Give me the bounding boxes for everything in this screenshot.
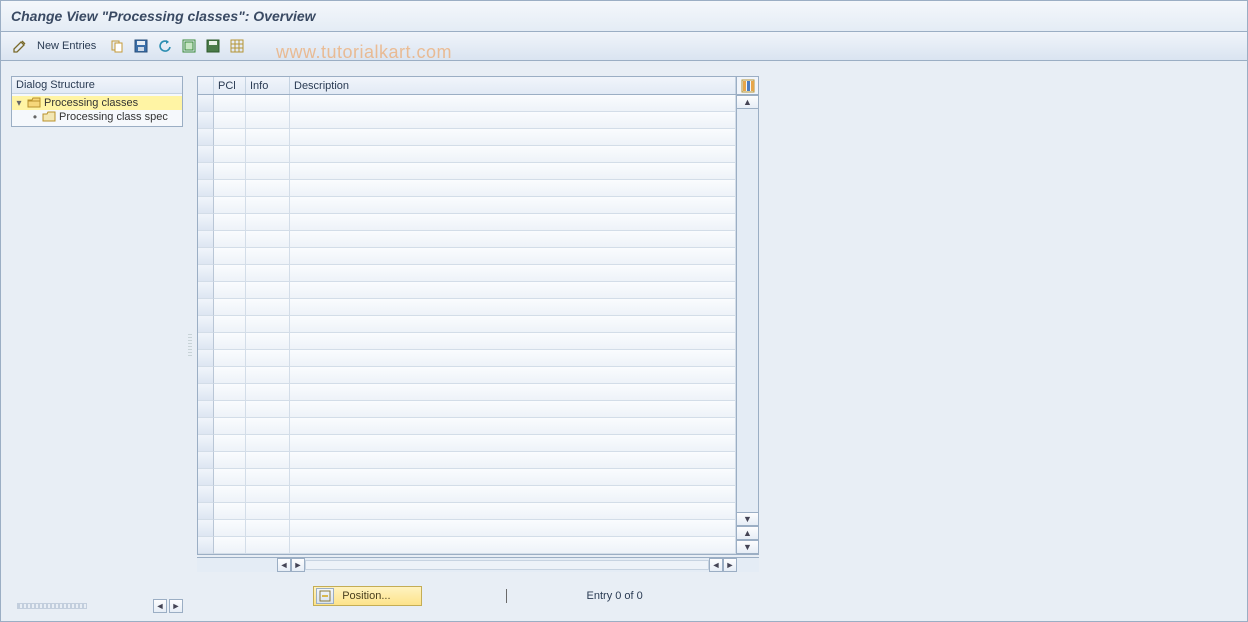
entry-count-text: Entry 0 of 0	[587, 590, 643, 602]
table-row[interactable]	[198, 265, 736, 282]
table-row[interactable]	[198, 299, 736, 316]
save-variant-icon[interactable]	[204, 37, 222, 55]
application-toolbar: New Entries	[1, 32, 1247, 61]
table-settings-icon[interactable]	[228, 37, 246, 55]
table-row[interactable]	[198, 180, 736, 197]
table-row[interactable]	[198, 163, 736, 180]
scroll-up-icon[interactable]: ▲	[737, 95, 758, 109]
hscroll-right-icon[interactable]: ►	[291, 558, 305, 572]
table-row[interactable]	[198, 469, 736, 486]
tree-toggle-icon[interactable]: ▾	[14, 98, 24, 109]
position-cursor	[506, 589, 507, 603]
table-row[interactable]	[198, 452, 736, 469]
table-row[interactable]	[198, 129, 736, 146]
undo-icon[interactable]	[156, 37, 174, 55]
scroll-down2-icon[interactable]: ▼	[737, 540, 758, 554]
table-row[interactable]	[198, 197, 736, 214]
dialog-structure-tree[interactable]: ▾ Processing classes • Processing class …	[12, 94, 182, 126]
table-row[interactable]	[198, 350, 736, 367]
scroll-up2-icon[interactable]: ▲	[737, 526, 758, 540]
grid-col-pcl[interactable]: PCl	[214, 77, 246, 94]
table-row[interactable]	[198, 248, 736, 265]
select-all-icon[interactable]	[180, 37, 198, 55]
table-row[interactable]	[198, 503, 736, 520]
sidebar-scroll-right-icon[interactable]: ►	[169, 599, 183, 613]
hscroll-left2-icon[interactable]: ◄	[709, 558, 723, 572]
page-title: Change View "Processing classes": Overvi…	[1, 1, 1247, 32]
folder-closed-icon	[42, 111, 56, 123]
position-icon	[316, 588, 334, 604]
table-row[interactable]	[198, 146, 736, 163]
grid-col-description[interactable]: Description	[290, 77, 736, 94]
position-button-label: Position...	[342, 590, 390, 602]
table-row[interactable]	[198, 214, 736, 231]
main-grid-area: PCl Info Description ▲ ▼ ▲ ▼	[193, 66, 763, 621]
new-entries-button[interactable]: New Entries	[35, 40, 102, 52]
sidebar-resizer[interactable]	[187, 66, 193, 621]
position-button[interactable]: Position...	[313, 586, 421, 606]
copy-icon[interactable]	[108, 37, 126, 55]
table-row[interactable]	[198, 401, 736, 418]
grid-col-info[interactable]: Info	[246, 77, 290, 94]
table-row[interactable]	[198, 333, 736, 350]
sidebar-scroll-left-icon[interactable]: ◄	[153, 599, 167, 613]
table-row[interactable]	[198, 537, 736, 554]
tree-node-label: Processing classes	[44, 97, 138, 109]
tree-node-processing-class-spec[interactable]: • Processing class spec	[12, 110, 182, 124]
table-row[interactable]	[198, 112, 736, 129]
sidebar-drag-handle[interactable]	[17, 603, 87, 609]
folder-open-icon	[27, 97, 41, 109]
grid-body[interactable]	[198, 95, 736, 554]
scroll-down-icon[interactable]: ▼	[737, 512, 758, 526]
table-row[interactable]	[198, 367, 736, 384]
grid-header: PCl Info Description	[198, 77, 736, 95]
table-row[interactable]	[198, 282, 736, 299]
grid-vertical-scrollbar[interactable]: ▲ ▼ ▲ ▼	[737, 95, 758, 554]
table-row[interactable]	[198, 95, 736, 112]
edit-icon[interactable]	[11, 37, 29, 55]
hscroll-left-icon[interactable]: ◄	[277, 558, 291, 572]
tree-node-processing-classes[interactable]: ▾ Processing classes	[12, 96, 182, 110]
table-row[interactable]	[198, 435, 736, 452]
table-row[interactable]	[198, 231, 736, 248]
grid-horizontal-scrollbar[interactable]: ◄ ► ◄ ►	[197, 557, 759, 572]
dialog-structure-sidebar: Dialog Structure ▾ Processing classes •	[1, 66, 187, 621]
tree-node-label: Processing class spec	[59, 111, 168, 123]
table-row[interactable]	[198, 384, 736, 401]
tree-bullet-icon: •	[31, 112, 39, 122]
sidebar-header: Dialog Structure	[12, 77, 182, 94]
table-row[interactable]	[198, 316, 736, 333]
save-icon[interactable]	[132, 37, 150, 55]
grid-config-icon[interactable]	[737, 77, 758, 95]
grid-select-all[interactable]	[198, 77, 214, 94]
table-row[interactable]	[198, 486, 736, 503]
hscroll-right2-icon[interactable]: ►	[723, 558, 737, 572]
empty-space	[763, 66, 1247, 621]
table-row[interactable]	[198, 520, 736, 537]
table-row[interactable]	[198, 418, 736, 435]
